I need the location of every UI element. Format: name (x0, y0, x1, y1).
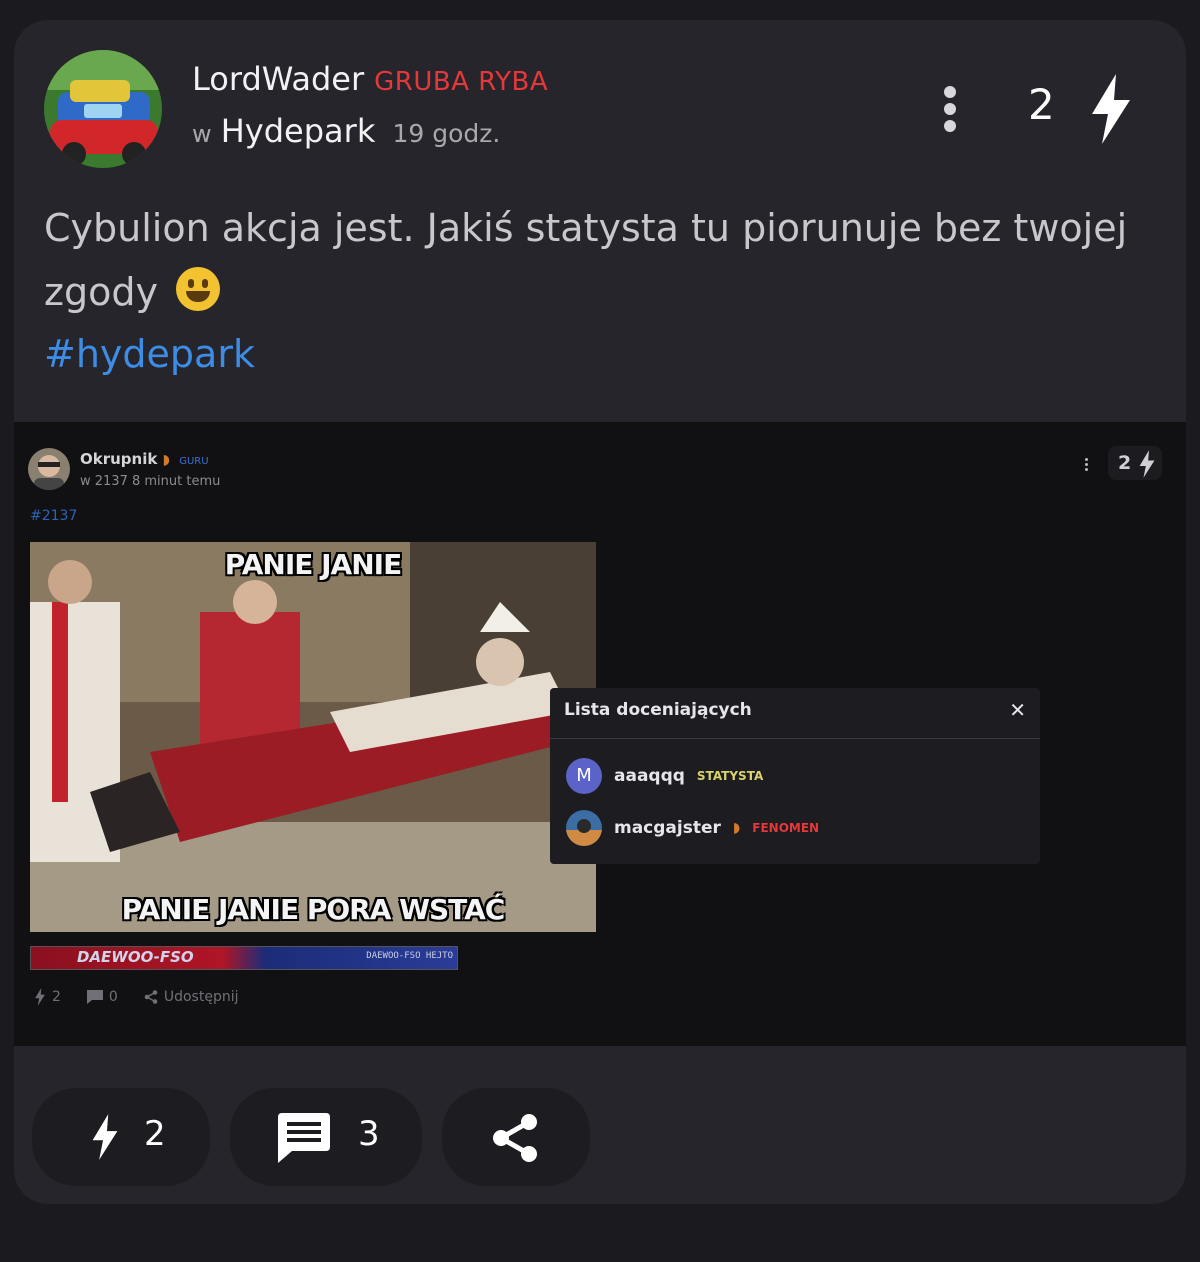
embedded-action-lightning-icon (35, 988, 45, 1006)
user-badge: STATYSTA (696, 769, 764, 783)
popup-divider (550, 738, 1040, 739)
appreciators-popup: Lista doceniających ✕ M aaaqqq STATYSTA … (550, 688, 1040, 864)
share-icon (493, 1114, 537, 1162)
embedded-action-votes: 2 (52, 989, 61, 1005)
embedded-more-icon (1084, 458, 1090, 473)
user-avatar: M (566, 758, 602, 794)
banner-left-text: DAEWOO-FSO (77, 948, 194, 966)
embedded-lightning-icon (1139, 450, 1155, 478)
user-name: macgajster (614, 818, 721, 838)
sponsor-banner: DAEWOO-FSO DAEWOO-FSO HEJTO (30, 946, 458, 970)
embedded-screenshot[interactable]: Okrupnik ◗ GURU w 2137 8 minut temu 2 #2… (14, 422, 1186, 1046)
croissant-icon: ◗ (162, 452, 170, 468)
embedded-author: Okrupnik ◗ GURU (80, 450, 209, 468)
popup-user-row: macgajster ◗ FENOMEN (566, 810, 819, 846)
embedded-actions: 2 0 Udostępnij (34, 988, 238, 1006)
in-label: w (192, 120, 212, 148)
vote-button-count: 2 (144, 1114, 166, 1154)
close-icon: ✕ (1009, 698, 1026, 722)
user-avatar (566, 810, 602, 846)
embedded-comment-icon (86, 990, 103, 1004)
embedded-action-share: Udostępnij (163, 989, 239, 1005)
post-card: LordWader GRUBA RYBA w Hydepark 19 godz. … (14, 20, 1186, 1204)
lightning-vote-icon[interactable] (1088, 74, 1134, 148)
comments-button-count: 3 (358, 1114, 380, 1154)
post-time: 19 godz. (392, 119, 501, 148)
meme-bottom-caption: PANIE JANIE PORA WSTAĆ (121, 893, 506, 926)
banner-right-text: DAEWOO-FSO HEJTO (366, 951, 453, 961)
author-rank: GRUBA RYBA (374, 67, 549, 97)
lightning-icon (92, 1114, 118, 1160)
grinning-face-icon (176, 267, 221, 311)
meme-image: PANIE JANIE PANIE JANIE PORA WSTAĆ (30, 542, 596, 932)
user-badge: FENOMEN (752, 821, 820, 835)
more-options-icon[interactable] (940, 84, 960, 134)
meme-top-caption: PANIE JANIE (224, 548, 402, 581)
vote-count: 2 (1028, 80, 1055, 129)
vote-button[interactable]: 2 (32, 1088, 210, 1186)
embedded-share-icon (144, 990, 158, 1004)
hashtag-link[interactable]: #hydepark (44, 332, 255, 376)
embedded-author-name: Okrupnik (80, 450, 158, 468)
embedded-rank: GURU (179, 456, 209, 467)
embedded-avatar (28, 448, 70, 490)
author-name[interactable]: LordWader (192, 60, 364, 98)
author-avatar[interactable] (44, 50, 162, 168)
comment-icon (278, 1113, 330, 1163)
popup-user-row: M aaaqqq STATYSTA (566, 758, 763, 794)
popup-title: Lista doceniających (564, 700, 752, 720)
author-line: LordWader GRUBA RYBA (192, 60, 548, 98)
post-content: Cybulion akcja jest. Jakiś statysta tu p… (44, 196, 1154, 324)
comments-button[interactable]: 3 (230, 1088, 422, 1186)
embedded-vote: 2 (1108, 446, 1162, 480)
community-link[interactable]: Hydepark (221, 112, 376, 150)
share-button[interactable] (442, 1088, 590, 1186)
post-meta: w Hydepark 19 godz. (192, 112, 500, 150)
embedded-meta: w 2137 8 minut temu (80, 474, 221, 489)
croissant-icon: ◗ (732, 820, 741, 836)
user-name: aaaqqq (614, 766, 685, 786)
embedded-vote-count: 2 (1118, 452, 1132, 474)
embedded-hashtag: #2137 (30, 508, 78, 524)
embedded-action-comments: 0 (108, 989, 118, 1005)
